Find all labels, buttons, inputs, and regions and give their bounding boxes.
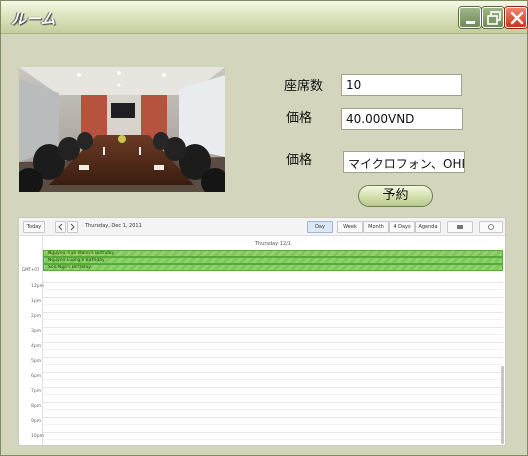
equipment-field[interactable]: マイクロフォン、OHP.: [343, 151, 465, 173]
half-hour-line: [43, 304, 503, 305]
hour-line: [43, 327, 503, 328]
minimize-button[interactable]: [459, 7, 481, 28]
next-button[interactable]: [67, 221, 78, 233]
all-day-event[interactable]: Nguyen Tran Manh's Birthday: [43, 250, 503, 257]
print-icon: [457, 225, 463, 229]
hour-line: [43, 402, 503, 403]
current-date: Thursday, Dec 1, 2011: [85, 223, 142, 229]
time-label: 2pm: [31, 314, 42, 319]
close-button[interactable]: [505, 7, 527, 28]
room-window: ルーム 座席数 10 価格 40.000VND 価格 マイクロフォン、OHP. …: [0, 0, 528, 456]
half-hour-line: [43, 439, 503, 440]
close-icon: [510, 11, 524, 25]
tab-4days[interactable]: 4 Days: [389, 221, 415, 233]
print-button[interactable]: [447, 221, 473, 233]
time-label: 1pm: [31, 299, 42, 304]
time-label: 6pm: [31, 374, 42, 379]
time-label: 9pm: [31, 419, 42, 424]
minimize-icon: [466, 21, 475, 24]
maximize-button[interactable]: [482, 7, 504, 28]
half-hour-line: [43, 364, 503, 365]
today-button[interactable]: Today: [23, 221, 45, 233]
refresh-button[interactable]: [479, 221, 503, 233]
half-hour-line: [43, 334, 503, 335]
time-label: 3pm: [31, 329, 42, 334]
calendar-toolbar: Today Thursday, Dec 1, 2011 Day Week Mon…: [19, 218, 505, 236]
half-hour-line: [43, 424, 503, 425]
time-label: 7pm: [31, 389, 42, 394]
half-hour-line: [43, 349, 503, 350]
day-header: Thursday 12/1: [254, 241, 292, 247]
time-label: 8pm: [31, 404, 42, 409]
tab-day[interactable]: Day: [307, 221, 333, 233]
hour-line: [43, 282, 503, 283]
timezone-label: GMT+07: [22, 267, 40, 272]
title-bar[interactable]: ルーム: [1, 1, 527, 34]
time-grid[interactable]: 12pm 1pm 2pm 3pm 4pm 5pm 6pm 7pm 8pm 9pm…: [19, 280, 505, 445]
price-label: 価格: [286, 111, 313, 126]
prev-button[interactable]: [55, 221, 66, 233]
half-hour-line: [43, 394, 503, 395]
half-hour-line: [43, 379, 503, 380]
hour-line: [43, 417, 503, 418]
seats-label: 座席数: [284, 79, 324, 94]
chevron-right-icon: [70, 223, 75, 231]
chevron-left-icon: [58, 223, 63, 231]
tab-week[interactable]: Week: [337, 221, 363, 233]
price-field[interactable]: 40.000VND: [341, 108, 463, 130]
hour-line: [43, 342, 503, 343]
reserve-button[interactable]: 予約: [358, 185, 433, 207]
tab-agenda[interactable]: Agenda: [415, 221, 441, 233]
tab-month[interactable]: Month: [363, 221, 389, 233]
half-hour-line: [43, 289, 503, 290]
time-label: 5pm: [31, 359, 42, 364]
time-label: 4pm: [31, 344, 42, 349]
hour-line: [43, 357, 503, 358]
hour-line: [43, 312, 503, 313]
calendar: Today Thursday, Dec 1, 2011 Day Week Mon…: [18, 217, 506, 446]
refresh-icon: [488, 224, 494, 230]
all-day-event[interactable]: Son Ngo's Birthday: [43, 264, 503, 271]
calendar-scrollbar[interactable]: [501, 366, 504, 444]
hour-line: [43, 372, 503, 373]
seats-field[interactable]: 10: [341, 74, 462, 96]
room-photo: [19, 67, 225, 192]
hour-line: [43, 387, 503, 388]
hour-line: [43, 432, 503, 433]
all-day-event[interactable]: Nguyen Luong's Birthday: [43, 257, 503, 264]
hour-line: [43, 297, 503, 298]
window-title: ルーム: [11, 10, 56, 28]
half-hour-line: [43, 319, 503, 320]
restore-icon: [487, 11, 501, 25]
equipment-label: 価格: [286, 153, 313, 168]
half-hour-line: [43, 409, 503, 410]
